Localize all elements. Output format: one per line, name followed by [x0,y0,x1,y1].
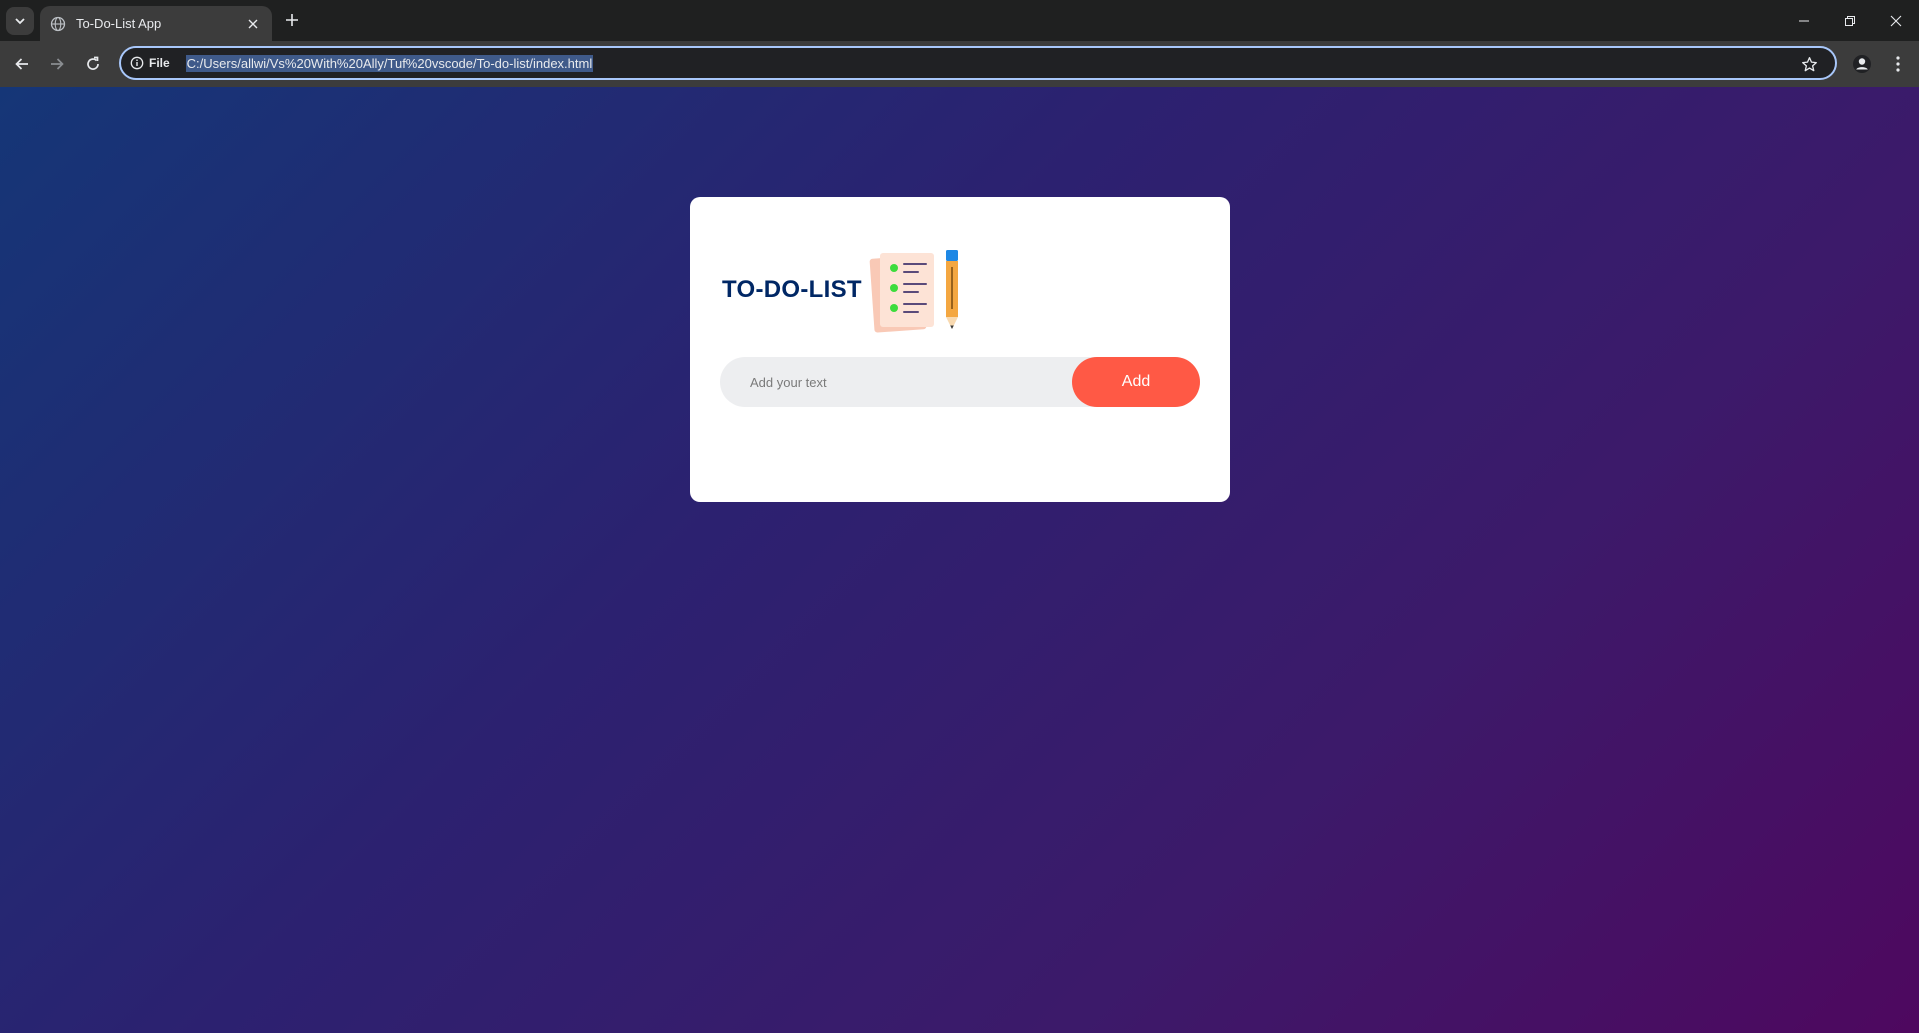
close-window-button[interactable] [1873,0,1919,41]
info-icon [130,56,144,70]
reload-icon [87,56,99,70]
app-heading: TO-DO-LIST [722,247,962,333]
kebab-menu-icon [1896,56,1900,72]
todo-app-card: TO-DO-LIST Add your text Add [690,197,1230,502]
tab-search-button[interactable] [6,7,34,35]
back-button[interactable] [6,48,38,80]
task-input-row: Add [720,357,1200,407]
globe-icon [50,16,66,32]
checklist-pencil-icon [869,250,958,333]
minimize-icon [1799,20,1809,21]
reload-button[interactable] [77,48,109,80]
forward-button[interactable] [41,48,73,80]
browser-menu-button[interactable] [1884,50,1912,78]
url-text[interactable]: C:/Users/allwi/Vs%20With%20Ally/Tuf%20vs… [185,54,594,72]
browser-toolbar: File C:/Users/allwi/Vs%20With%20Ally/Tuf… [0,41,1919,87]
back-arrow-icon [15,58,28,70]
profile-icon [1853,55,1871,73]
bookmark-button[interactable] [1799,54,1819,74]
restore-button[interactable] [1827,0,1873,41]
page-background: TO-DO-LIST Add your text Add [0,87,1919,1033]
restore-icon [1845,15,1855,26]
chevron-down-icon [15,18,25,25]
plus-icon [286,14,298,26]
star-icon [1801,56,1817,71]
info-chip-label: File [149,56,170,70]
close-icon [1890,15,1902,26]
add-task-button[interactable]: Add [1072,357,1200,407]
site-info-chip[interactable]: File [130,56,170,70]
close-icon[interactable] [244,15,262,33]
task-input[interactable] [720,357,1072,407]
browser-tab[interactable]: To-Do-List App [40,6,272,41]
window-controls [1781,0,1919,41]
app-title: TO-DO-LIST [722,276,862,303]
minimize-button[interactable] [1781,0,1827,41]
new-tab-button[interactable] [281,9,303,31]
tab-title: To-Do-List App [76,16,162,31]
forward-arrow-icon [51,58,64,70]
profile-button[interactable] [1848,50,1876,78]
tab-strip: To-Do-List App [0,0,1919,41]
address-bar[interactable]: File C:/Users/allwi/Vs%20With%20Ally/Tuf… [119,46,1837,80]
